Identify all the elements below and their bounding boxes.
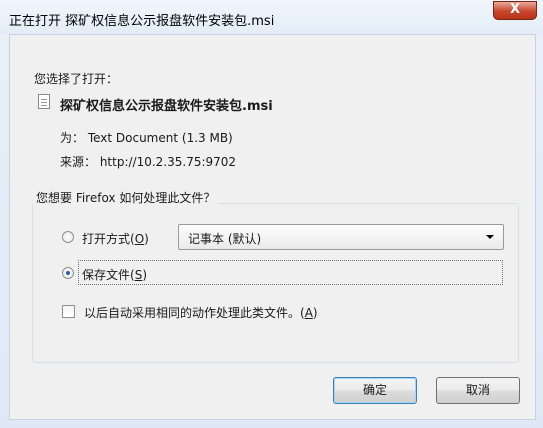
- dropdown-arrow-icon: [486, 235, 494, 239]
- save-file-radio[interactable]: [62, 267, 74, 279]
- window-title: 正在打开 探矿权信息公示报盘软件安装包.msi: [9, 14, 275, 29]
- application-select[interactable]: 记事本 (默认): [178, 224, 504, 250]
- open-with-radio[interactable]: [62, 231, 74, 243]
- chosen-label: 您选择了打开：: [34, 72, 119, 86]
- ok-button[interactable]: 确定: [333, 377, 417, 404]
- open-with-label[interactable]: 打开方式(O): [82, 230, 149, 247]
- document-icon: [38, 94, 50, 109]
- auto-action-checkbox[interactable]: [62, 305, 75, 318]
- download-dialog-window: 正在打开 探矿权信息公示报盘软件安装包.msi X 您选择了打开： 探矿权信息公…: [0, 0, 543, 428]
- cancel-button[interactable]: 取消: [436, 377, 520, 404]
- save-file-label[interactable]: 保存文件(S): [82, 266, 147, 283]
- application-select-value: 记事本 (默认): [188, 232, 262, 246]
- file-name: 探矿权信息公示报盘软件安装包.msi: [60, 99, 273, 114]
- file-type: 为： Text Document (1.3 MB): [60, 131, 233, 145]
- close-button[interactable]: X: [493, 1, 537, 20]
- auto-action-label[interactable]: 以后自动采用相同的动作处理此类文件。(A): [84, 304, 318, 321]
- action-question: 您想要 Firefox 如何处理此文件？: [33, 189, 219, 206]
- file-source: 来源： http://10.2.35.75:9702: [60, 155, 237, 169]
- title-bar[interactable]: 正在打开 探矿权信息公示报盘软件安装包.msi X: [0, 0, 543, 34]
